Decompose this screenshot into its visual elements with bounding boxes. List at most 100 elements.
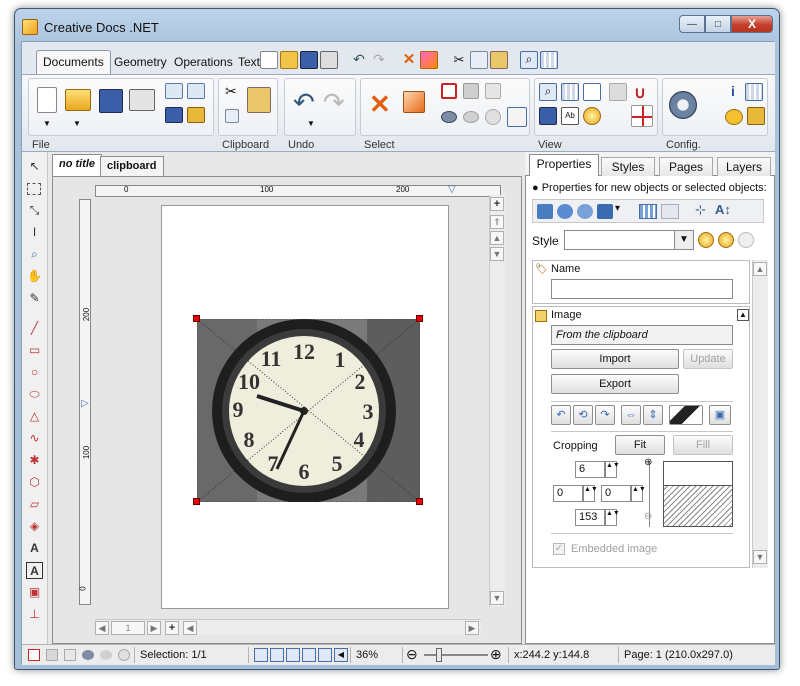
select-all-icon[interactable] (441, 83, 457, 99)
copy-icon[interactable] (470, 51, 488, 69)
zoom-slider[interactable]: ⊕ ⊖ (644, 457, 659, 527)
bezier-tool-icon[interactable]: ∿ (26, 430, 43, 447)
picker-tool-icon[interactable]: ✎ (26, 290, 43, 307)
rotate-180-icon[interactable]: ⟲ (573, 405, 593, 425)
status-show-icon[interactable] (100, 650, 112, 660)
zoom-prev-icon[interactable]: ◀ (334, 648, 348, 662)
maximize-button[interactable]: □ (705, 15, 731, 33)
align-icon[interactable]: ⊹ (695, 202, 706, 218)
paste-icon[interactable] (490, 51, 508, 69)
chevron-down-icon[interactable]: ▼ (73, 119, 81, 128)
dimension-tool-icon[interactable]: ⊥ (26, 606, 43, 623)
document-editor[interactable]: 0 100 200 ▽ 200 100 0 ▷ 12 1 2 3 4 5 6 7… (52, 176, 522, 644)
grid-icon[interactable] (561, 83, 579, 101)
delete-icon[interactable]: ✕ (400, 51, 418, 69)
crop-left-stepper-icon[interactable]: ▲▼ (583, 485, 598, 502)
new-icon[interactable] (260, 51, 278, 69)
text-line-tool-icon[interactable]: A (26, 540, 43, 557)
add-page-button[interactable]: + (490, 197, 504, 211)
delete-icon[interactable]: ✕ (369, 89, 391, 120)
rulers-icon[interactable] (583, 83, 601, 101)
filter-icon[interactable] (597, 204, 613, 219)
guides-icon[interactable] (609, 83, 627, 101)
filter-quality-icon[interactable] (669, 405, 703, 425)
zoom-fit-icon[interactable] (318, 648, 332, 662)
undo-icon[interactable]: ↶ (293, 87, 315, 118)
grid-icon[interactable] (540, 51, 558, 69)
chevron-down-icon[interactable]: ▼ (307, 119, 315, 128)
properties-scrollbar[interactable]: ▲ ▼ (752, 260, 768, 568)
duplicate-icon[interactable] (403, 91, 425, 113)
info-icon[interactable]: i (725, 83, 741, 101)
open-book-icon[interactable] (187, 107, 205, 123)
flip-vertical-icon[interactable]: ⇕ (643, 405, 663, 425)
circle-tool-icon[interactable]: ○ (26, 364, 43, 381)
new-document-icon[interactable] (37, 87, 57, 113)
line-tool-icon[interactable]: ╱ (26, 320, 43, 337)
page[interactable]: 12 1 2 3 4 5 6 7 8 9 10 11 (161, 205, 449, 609)
text-box-tool-icon[interactable]: A (26, 562, 43, 579)
scroll-down-icon[interactable]: ▼ (753, 550, 767, 564)
tab-geometry[interactable]: Geometry (108, 51, 173, 73)
cut-icon[interactable]: ✂ (225, 83, 237, 100)
scroll-left-icon[interactable]: ◀ (183, 621, 197, 635)
chevron-down-icon[interactable]: ▼ (43, 119, 51, 128)
tab-pages[interactable]: Pages (659, 157, 713, 176)
vertical-scrollbar[interactable]: + ⇑ ▲ ▼ ▼ (489, 195, 505, 607)
export-icon[interactable] (165, 83, 183, 99)
new-style-icon[interactable] (698, 232, 714, 248)
undo-icon[interactable]: ↶ (350, 51, 368, 69)
scroll-right-icon[interactable]: ▶ (147, 621, 161, 635)
status-gear-icon[interactable] (118, 649, 130, 661)
tab-no-title[interactable]: no title (52, 154, 103, 176)
zoom-in-icon[interactable]: ⊕ (490, 647, 502, 662)
rectangle-tool-icon[interactable]: ▭ (26, 342, 43, 359)
copy-icon[interactable] (225, 109, 239, 123)
redo-icon[interactable]: ↷ (370, 51, 388, 69)
preview-icon[interactable] (539, 107, 557, 125)
regular-shape-tool-icon[interactable]: ✱ (26, 452, 43, 469)
collapse-icon[interactable] (187, 83, 205, 99)
zoom-slider[interactable] (424, 654, 488, 656)
export-button[interactable]: Export (551, 374, 679, 394)
ellipse-tool-icon[interactable]: ⬭ (26, 386, 43, 403)
open-document-icon[interactable] (65, 89, 91, 111)
scroll-right-icon[interactable]: ▶ (465, 621, 479, 635)
redo-icon[interactable]: ↷ (323, 87, 345, 118)
cube-tool-icon[interactable]: ◈ (26, 518, 43, 535)
magnet-icon[interactable]: ∪ (631, 83, 649, 102)
layer-icon[interactable] (537, 204, 553, 219)
tab-properties[interactable]: Properties (529, 154, 599, 177)
zoom-icon[interactable]: ⌕ (539, 83, 557, 101)
globe-icon[interactable] (577, 204, 593, 219)
zoom-page-icon[interactable] (254, 648, 268, 662)
zoom-width-icon[interactable] (270, 648, 284, 662)
crop-preview[interactable] (663, 461, 733, 527)
tab-clipboard[interactable]: clipboard (100, 156, 164, 176)
collapse-section-icon[interactable]: ▲ (737, 309, 749, 321)
zoom-100-icon[interactable] (286, 648, 300, 662)
lightbulb-icon[interactable] (583, 107, 601, 125)
crop-right-field[interactable]: 0 (601, 485, 631, 502)
crop-bottom-stepper-icon[interactable]: ▲▼ (605, 509, 620, 526)
paste-icon[interactable] (247, 87, 271, 113)
zoom-tool-icon[interactable]: ⌕ (26, 246, 43, 263)
scroll-bottom-icon[interactable]: ▼ (490, 591, 504, 605)
print-document-icon[interactable] (129, 89, 155, 111)
crop-top-field[interactable]: 6 (575, 461, 605, 478)
ruler-marker-icon[interactable]: ▷ (81, 398, 89, 409)
ruler-marker-icon[interactable]: ▽ (448, 184, 456, 195)
status-deselect-icon[interactable] (46, 649, 58, 661)
add-page-button[interactable]: + (165, 621, 179, 635)
zoom-out-icon[interactable]: ⊖ (644, 511, 652, 522)
duplicate-icon[interactable] (420, 51, 438, 69)
image-tool-icon[interactable]: ▣ (26, 584, 43, 601)
crop-right-stepper-icon[interactable]: ▲▼ (631, 485, 646, 502)
hand-tool-icon[interactable]: ✋ (26, 268, 43, 285)
edit-style-icon[interactable] (718, 232, 734, 248)
polygon-tool-icon[interactable]: △ (26, 408, 43, 425)
resize-handle-bottom-right[interactable] (416, 498, 423, 505)
text-cursor-tool-icon[interactable]: I (26, 224, 43, 241)
rotate-right-icon[interactable]: ↷ (595, 405, 615, 425)
deselect-icon[interactable] (463, 83, 479, 99)
